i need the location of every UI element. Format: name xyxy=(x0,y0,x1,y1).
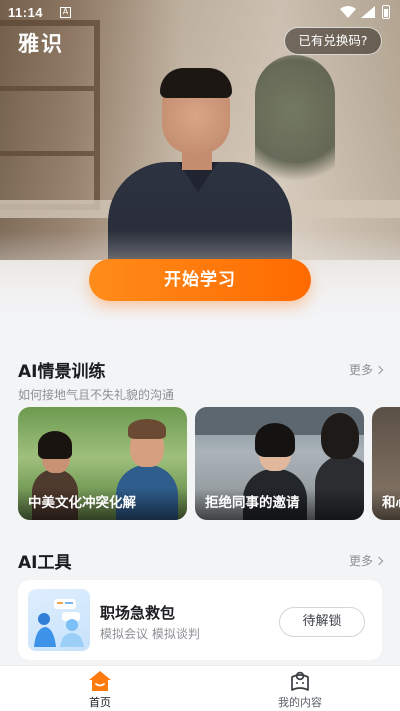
battery-icon xyxy=(382,5,390,19)
home-icon xyxy=(89,671,111,691)
notification-icon: A xyxy=(60,7,71,18)
scene-card-label: 中美文化冲突化解 xyxy=(28,495,136,511)
scene-card[interactable]: 中美文化冲突化解 xyxy=(18,407,187,520)
scene-training-header: AI情景训练 如何接地气且不失礼貌的沟通 更多 xyxy=(18,357,384,403)
tab-home[interactable]: 首页 xyxy=(60,670,140,710)
tab-label: 我的内容 xyxy=(278,696,322,709)
tool-name: 职场急救包 xyxy=(100,604,176,622)
tool-card[interactable]: 职场急救包 模拟会议 模拟谈判 待解锁 xyxy=(18,580,382,660)
section-subtitle: 如何接地气且不失礼貌的沟通 xyxy=(18,388,175,402)
scene-training-more-link[interactable]: 更多 xyxy=(349,361,384,378)
signal-icon xyxy=(361,6,375,18)
scene-card-label: 拒绝同事的邀请 xyxy=(205,495,300,511)
section-title: AI工具 xyxy=(18,553,72,573)
bottom-tab-bar: 首页 我的内容 xyxy=(0,665,400,711)
tab-label: 首页 xyxy=(89,696,111,709)
book-icon xyxy=(291,671,309,691)
tab-my-content[interactable]: 我的内容 xyxy=(260,670,340,710)
status-bar: 11:14 A xyxy=(0,0,400,26)
start-learning-button[interactable]: 开始学习 xyxy=(89,259,311,301)
tool-description: 模拟会议 模拟谈判 xyxy=(100,627,200,641)
chevron-right-icon xyxy=(374,365,384,374)
tool-thumbnail xyxy=(28,589,90,651)
unlock-button[interactable]: 待解锁 xyxy=(279,607,365,637)
scene-card[interactable]: 拒绝同事的邀请 xyxy=(195,407,364,520)
app-title: 雅识 xyxy=(18,32,64,56)
ai-tools-header: AI工具 更多 xyxy=(18,548,384,573)
redeem-code-button[interactable]: 已有兑换码? xyxy=(284,27,382,55)
section-title: AI情景训练 xyxy=(18,362,106,382)
chevron-right-icon xyxy=(374,556,384,565)
ai-tools-more-link[interactable]: 更多 xyxy=(349,552,384,569)
scene-card-label: 和心 xyxy=(382,495,400,511)
status-time: 11:14 xyxy=(8,5,44,20)
wifi-icon xyxy=(340,6,356,18)
scene-card-list[interactable]: 中美文化冲突化解 拒绝同事的邀请 和心 xyxy=(18,407,400,521)
scene-card[interactable]: 和心 xyxy=(372,407,400,520)
